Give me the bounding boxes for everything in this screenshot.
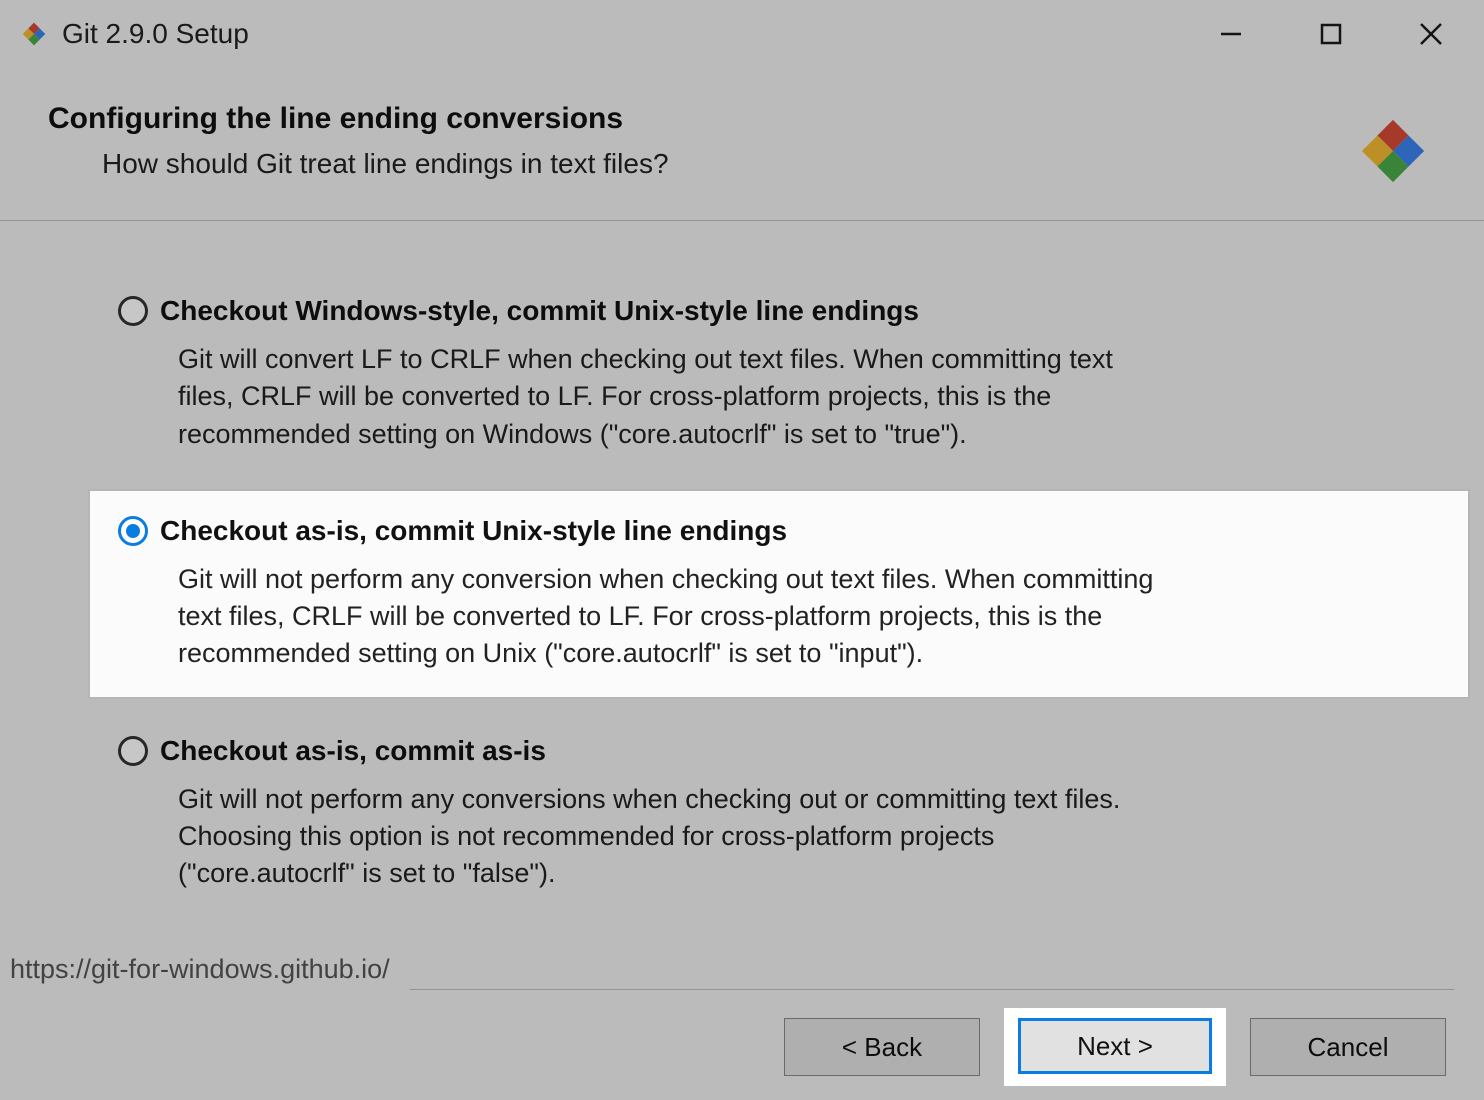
button-row: < Back Next > Cancel <box>10 1018 1454 1076</box>
option-checkout-asis-commit-asis[interactable]: Checkout as-is, commit as-is Git will no… <box>118 727 1444 901</box>
option-label: Checkout Windows-style, commit Unix-styl… <box>160 295 919 327</box>
option-description: Git will not perform any conversions whe… <box>118 781 1158 893</box>
next-highlight: Next > <box>1004 1008 1226 1086</box>
option-checkout-asis-commit-unix[interactable]: Checkout as-is, commit Unix-style line e… <box>90 491 1468 697</box>
option-label: Checkout as-is, commit as-is <box>160 735 546 767</box>
wizard-header: Configuring the line ending conversions … <box>0 68 1484 221</box>
radio-icon[interactable] <box>118 736 148 766</box>
option-label: Checkout as-is, commit Unix-style line e… <box>160 515 787 547</box>
back-button[interactable]: < Back <box>784 1018 980 1076</box>
titlebar: Git 2.9.0 Setup <box>0 0 1484 68</box>
option-checkout-windows-commit-unix[interactable]: Checkout Windows-style, commit Unix-styl… <box>118 287 1444 461</box>
options-area: Checkout Windows-style, commit Unix-styl… <box>0 221 1484 900</box>
wizard-footer: https://git-for-windows.github.io/ < Bac… <box>0 954 1484 1100</box>
footer-divider <box>410 989 1454 990</box>
cancel-button[interactable]: Cancel <box>1250 1018 1446 1076</box>
project-url: https://git-for-windows.github.io/ <box>10 954 1454 985</box>
git-app-icon <box>16 16 52 52</box>
page-title: Configuring the line ending conversions <box>48 102 1348 136</box>
radio-icon[interactable] <box>118 516 148 546</box>
window-title: Git 2.9.0 Setup <box>62 18 249 50</box>
next-button[interactable]: Next > <box>1018 1018 1212 1074</box>
option-description: Git will convert LF to CRLF when checkin… <box>118 341 1158 453</box>
maximize-button[interactable] <box>1304 14 1358 54</box>
window-controls <box>1204 14 1472 54</box>
page-subtitle: How should Git treat line endings in tex… <box>48 148 1348 180</box>
radio-icon[interactable] <box>118 296 148 326</box>
git-logo-icon <box>1348 106 1438 196</box>
minimize-button[interactable] <box>1204 14 1258 54</box>
option-description: Git will not perform any conversion when… <box>118 561 1158 673</box>
close-button[interactable] <box>1404 14 1458 54</box>
